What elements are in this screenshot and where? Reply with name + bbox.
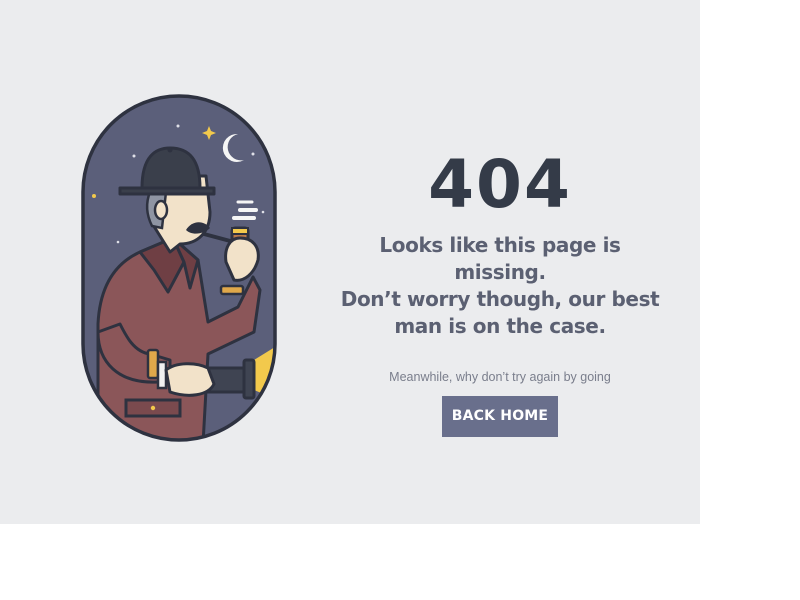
detective-icon [58,92,278,444]
error-message-line: Don’t worry though, our best [340,287,660,311]
error-message-line: Looks like this page is missing. [379,233,621,284]
error-subtext: Meanwhile, why don’t try again by going [389,370,611,384]
error-content: 404 Looks like this page is missing. Don… [340,150,660,437]
back-home-button[interactable]: BACK HOME [442,396,558,437]
error-message-line: man is on the case. [394,314,606,338]
page-panel: 404 Looks like this page is missing. Don… [0,0,700,524]
error-message: Looks like this page is missing. Don’t w… [340,232,660,340]
error-code: 404 [428,146,572,223]
